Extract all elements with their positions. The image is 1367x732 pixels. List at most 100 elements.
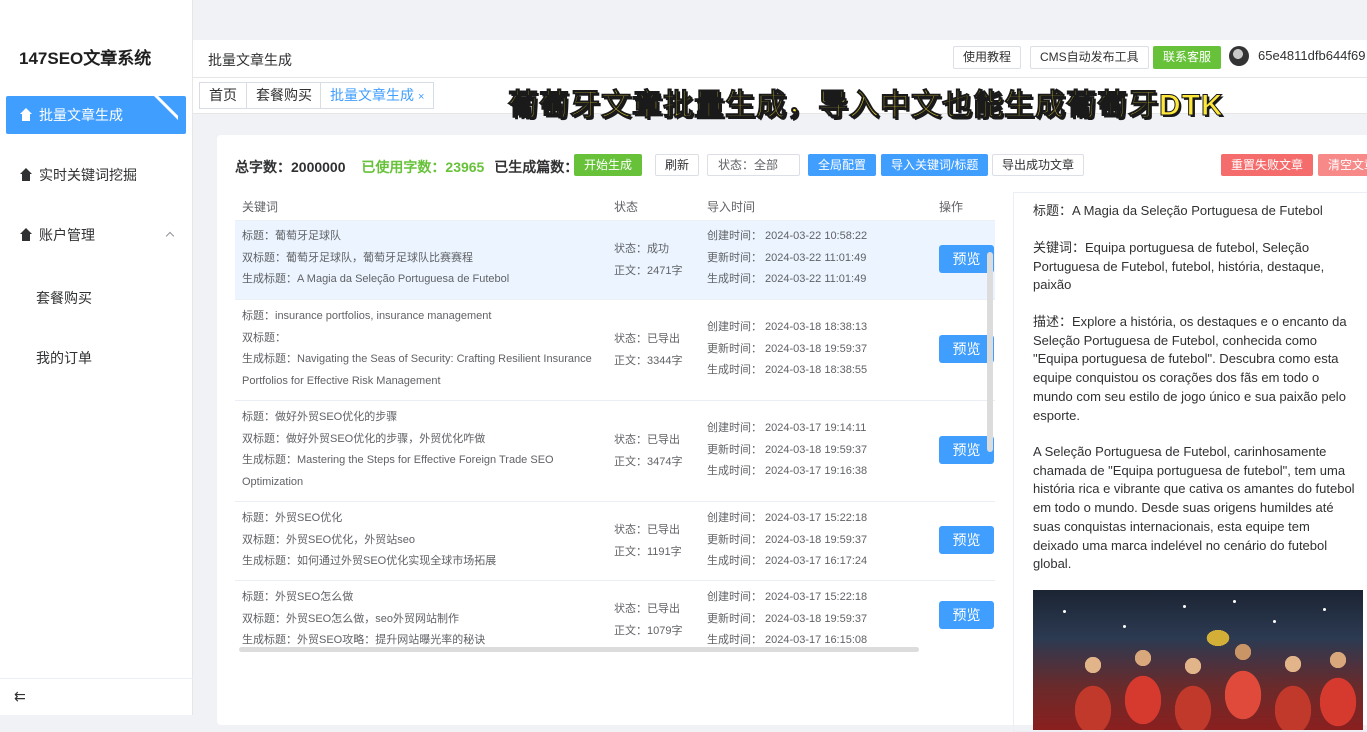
- contact-support-button[interactable]: 联系客服: [1153, 46, 1222, 69]
- status-filter-select[interactable]: 状态：全部: [707, 154, 800, 176]
- created-label: 创建时间：: [707, 321, 762, 333]
- active-slash-decoration: [144, 96, 178, 134]
- preview-button[interactable]: 预览: [939, 526, 994, 554]
- export-articles-button[interactable]: 导出成功文章: [992, 154, 1085, 176]
- column-header-status: 状态: [614, 200, 639, 214]
- row-subtitle: 双标题：外贸SEO怎么做，seo外贸网站制作: [242, 612, 459, 625]
- updated-time: 2024-03-18 19:59:37: [765, 612, 868, 625]
- team-photo: [1033, 590, 1363, 730]
- row-status: 状态：成功: [614, 243, 669, 255]
- table-row[interactable]: 标题：insurance portfolios, insurance manag…: [235, 300, 995, 401]
- promo-banner: 葡萄牙文章批量生成，导入中文也能生成葡萄牙DTK: [508, 89, 1224, 123]
- preview-keywords: 关键词：Equipa portuguesa de futebol, Seleçã…: [1033, 240, 1325, 293]
- import-keywords-button[interactable]: 导入关键词/标题: [881, 154, 989, 176]
- table-row[interactable]: 标题：外贸SEO优化 双标题：外贸SEO优化，外贸站seo 生成标题：如何通过外…: [235, 502, 995, 581]
- close-icon[interactable]: ×: [418, 91, 424, 103]
- sidebar-item-batch-articles[interactable]: 批量文章生成: [6, 96, 186, 134]
- user-id[interactable]: 65e4811dfb644f69: [1258, 48, 1365, 63]
- generated-time: 2024-03-17 19:16:38: [765, 465, 868, 477]
- updated-label: 更新时间：: [707, 342, 762, 355]
- sidebar-subitem-orders[interactable]: 我的订单: [36, 348, 92, 368]
- preview-description: 描述：Explore a história, os destaques e o …: [1033, 314, 1347, 423]
- stats-bar: 总字数：2000000 已使用字数：23965 已生成篇数：11: [235, 157, 593, 177]
- created-time: 2024-03-17 19:14:11: [765, 422, 867, 434]
- row-subtitle: 双标题：: [242, 331, 286, 344]
- row-generated-title: 生成标题：Mastering the Steps for Effective F…: [242, 454, 554, 488]
- generated-time: 2024-03-22 11:01:49: [765, 273, 867, 285]
- created-time: 2024-03-17 15:22:18: [765, 591, 868, 603]
- updated-label: 更新时间：: [707, 533, 762, 546]
- used-value: 23965: [445, 159, 485, 175]
- preview-button[interactable]: 预览: [939, 335, 994, 363]
- tutorial-button[interactable]: 使用教程: [953, 46, 1022, 69]
- time-cell: 创建时间： 2024-03-18 18:38:13 更新时间： 2024-03-18…: [707, 317, 867, 382]
- updated-label: 更新时间：: [707, 612, 762, 625]
- table-row[interactable]: 标题：外贸SEO怎么做 双标题：外贸SEO怎么做，seo外贸网站制作 生成标题：…: [235, 581, 995, 653]
- start-generate-button[interactable]: 开始生成: [574, 154, 643, 176]
- time-cell: 创建时间： 2024-03-22 10:58:22 更新时间： 2024-03-22…: [707, 226, 867, 291]
- created-label: 创建时间：: [707, 422, 762, 434]
- sidebar-item-keyword-mining[interactable]: 实时关键词挖掘: [0, 156, 193, 194]
- time-cell: 创建时间： 2024-03-17 15:22:18 更新时间： 2024-03-18…: [707, 587, 867, 652]
- total-label: 总字数：: [235, 159, 291, 175]
- created-label: 创建时间：: [707, 591, 762, 603]
- tab-home[interactable]: 首页: [199, 82, 247, 109]
- generated-time: 2024-03-17 16:15:08: [765, 634, 868, 646]
- articles-table: 关键词 状态 导入时间 操作 标题：葡萄牙足球队 双标题：葡萄牙足球队，葡萄牙足…: [235, 192, 995, 654]
- avatar[interactable]: [1229, 46, 1249, 66]
- tab-batch-articles[interactable]: 批量文章生成 ×: [320, 82, 435, 109]
- article-preview-panel: 标题：A Magia da Seleção Portuguesa de Fute…: [1013, 192, 1367, 732]
- cms-tool-button[interactable]: CMS自动发布工具: [1030, 46, 1149, 69]
- generated-label: 生成时间：: [707, 273, 762, 285]
- created-time: 2024-03-22 10:58:22: [765, 230, 868, 242]
- tab-label: 批量文章生成: [330, 87, 414, 103]
- sidebar-subitem-packages[interactable]: 套餐购买: [36, 288, 92, 308]
- total-value: 2000000: [291, 159, 346, 175]
- updated-label: 更新时间：: [707, 251, 762, 264]
- row-word-count: 正文：3474字: [614, 456, 683, 468]
- row-generated-title: 生成标题：A Magia da Seleção Portuguesa de Fu…: [242, 273, 510, 285]
- row-generated-title: 生成标题：如何通过外贸SEO优化实现全球市场拓展: [242, 555, 497, 567]
- status-cell: 状态：已导出 正文：1079字: [614, 598, 682, 642]
- updated-time: 2024-03-18 19:59:37: [765, 533, 868, 546]
- home-icon: [19, 108, 33, 122]
- clear-articles-button[interactable]: 清空文章: [1318, 154, 1367, 176]
- table-row[interactable]: 标题：做好外贸SEO优化的步骤 双标题：做好外贸SEO优化的步骤，外贸优化咋做 …: [235, 401, 995, 502]
- keyword-cell: 标题：外贸SEO怎么做 双标题：外贸SEO怎么做，seo外贸网站制作 生成标题：…: [242, 587, 602, 652]
- breadcrumb: 批量文章生成: [208, 52, 292, 68]
- refresh-button[interactable]: 刷新: [655, 154, 700, 176]
- preview-button[interactable]: 预览: [939, 436, 994, 464]
- used-label: 已使用字数：: [361, 159, 446, 175]
- tab-packages[interactable]: 套餐购买: [246, 82, 322, 109]
- created-label: 创建时间：: [707, 512, 762, 524]
- status-cell: 状态：已导出 正文：1191字: [614, 519, 682, 563]
- global-config-button[interactable]: 全局配置: [808, 154, 877, 176]
- table-row[interactable]: 标题：葡萄牙足球队 双标题：葡萄牙足球队，葡萄牙足球队比赛赛程 生成标题：A M…: [235, 221, 995, 300]
- generated-time: 2024-03-17 16:17:24: [765, 555, 868, 567]
- time-cell: 创建时间： 2024-03-17 15:22:18 更新时间： 2024-03-18…: [707, 508, 867, 573]
- top-header: 批量文章生成 使用教程 CMS自动发布工具 联系客服 65e4811dfb644…: [193, 40, 1367, 78]
- preview-button[interactable]: 预览: [939, 601, 994, 629]
- keyword-cell: 标题：insurance portfolios, insurance manag…: [242, 306, 602, 392]
- collapse-sidebar-icon[interactable]: ⇇: [14, 688, 26, 705]
- preview-button[interactable]: 预览: [939, 245, 994, 273]
- row-title: 标题：外贸SEO优化: [242, 512, 343, 524]
- preview-title: 标题：A Magia da Seleção Portuguesa de Fute…: [1033, 203, 1323, 218]
- sidebar-item-label: 实时关键词挖掘: [39, 167, 137, 183]
- created-time: 2024-03-18 18:38:13: [765, 321, 868, 333]
- status-cell: 状态：成功 正文：2471字: [614, 238, 682, 282]
- reset-failed-button[interactable]: 重置失败文章: [1221, 154, 1314, 176]
- row-generated-title: 生成标题：Navigating the Seas of Security: Cr…: [242, 353, 592, 387]
- row-subtitle: 双标题：外贸SEO优化，外贸站seo: [242, 533, 415, 546]
- updated-time: 2024-03-22 11:01:49: [765, 251, 867, 264]
- row-title: 标题：insurance portfolios, insurance manag…: [242, 310, 492, 322]
- column-header-action: 操作: [939, 200, 964, 214]
- home-icon: [19, 228, 33, 242]
- row-title: 标题：做好外贸SEO优化的步骤: [242, 411, 398, 423]
- row-subtitle: 双标题：葡萄牙足球队，葡萄牙足球队比赛赛程: [242, 251, 473, 264]
- row-word-count: 正文：1191字: [614, 546, 682, 558]
- home-icon: [19, 168, 33, 182]
- sidebar-item-account[interactable]: 账户管理: [0, 216, 193, 254]
- vertical-scrollbar[interactable]: [987, 252, 993, 452]
- horizontal-scrollbar[interactable]: [239, 647, 919, 652]
